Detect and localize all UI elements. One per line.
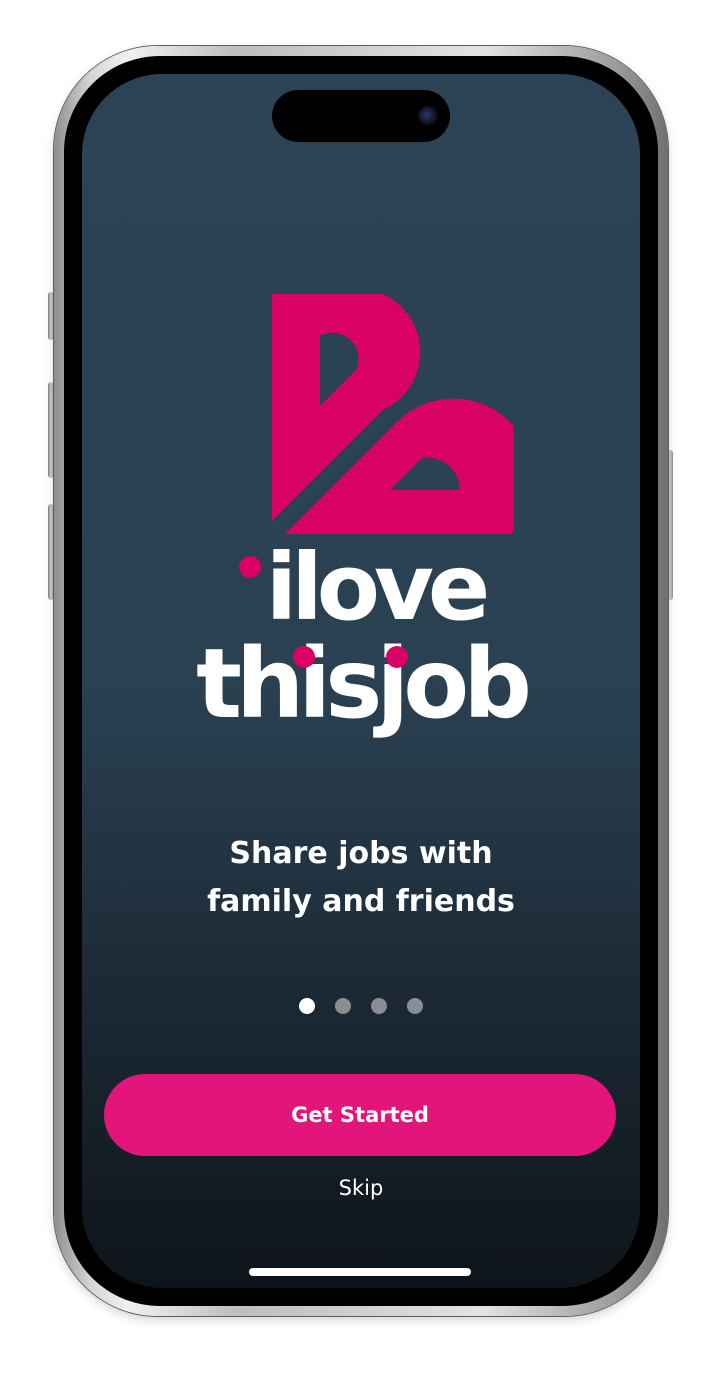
device-mockup: ilove thisjob Share jobs with family and… [0, 0, 719, 1376]
page-dot-2[interactable] [335, 998, 351, 1014]
get-started-button[interactable]: Get Started [104, 1074, 616, 1156]
onboarding-tagline: Share jobs with family and friends [82, 830, 640, 926]
wordmark-line-2: thisjob [196, 628, 532, 740]
front-camera-icon [418, 106, 438, 126]
wordmark-dot-j [386, 646, 408, 668]
heart-drop-logo-icon [272, 294, 514, 534]
wordmark-dot-i [239, 556, 261, 578]
skip-link[interactable]: Skip [82, 1176, 640, 1200]
tagline-line-1: Share jobs with [229, 836, 493, 871]
app-screen: ilove thisjob Share jobs with family and… [82, 74, 640, 1288]
wordmark-dot-is [293, 646, 315, 668]
wordmark-line-1: ilove [265, 534, 491, 641]
home-indicator[interactable] [249, 1268, 471, 1276]
tagline-line-2: family and friends [207, 884, 515, 919]
page-dot-3[interactable] [371, 998, 387, 1014]
page-indicator [82, 998, 640, 1014]
page-dot-1[interactable] [299, 998, 315, 1014]
page-dot-4[interactable] [407, 998, 423, 1014]
